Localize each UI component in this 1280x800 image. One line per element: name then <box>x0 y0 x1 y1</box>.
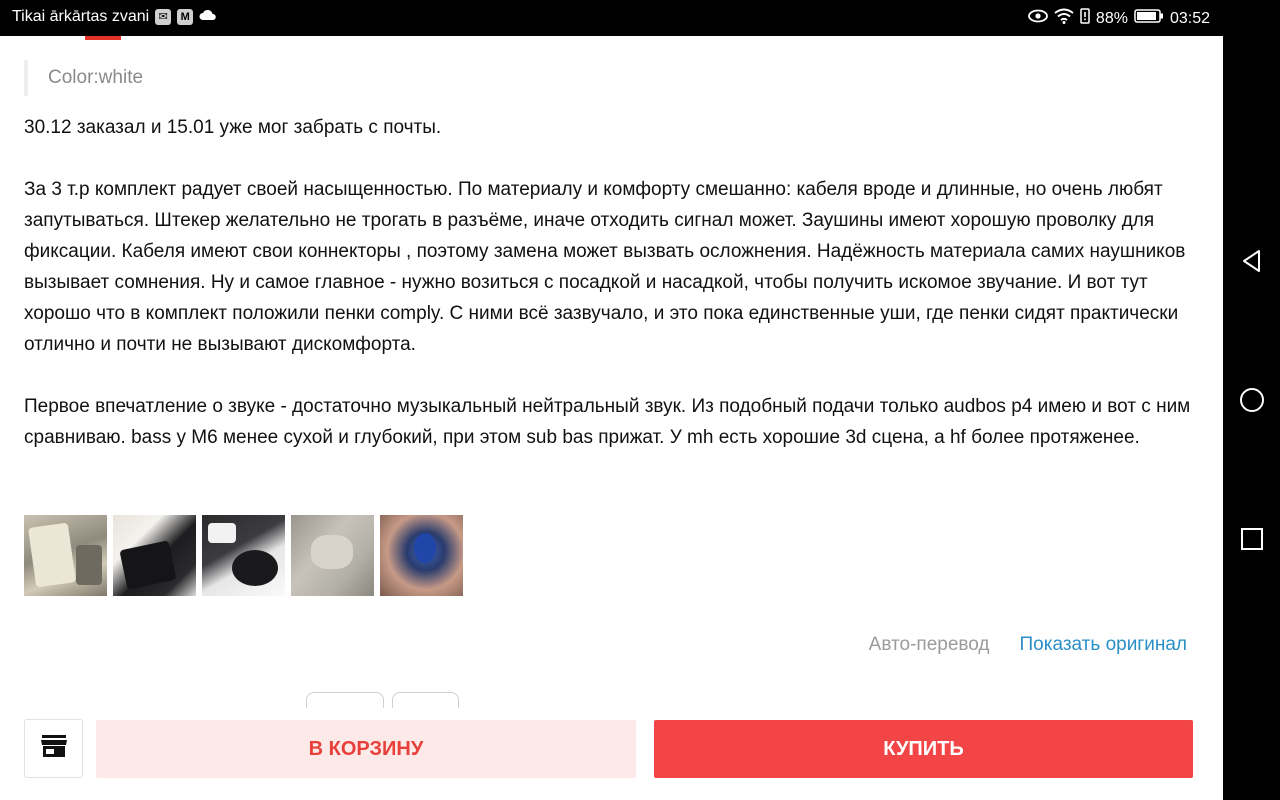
home-icon[interactable] <box>1239 387 1265 413</box>
buy-now-button[interactable]: КУПИТЬ <box>654 720 1193 778</box>
status-bar-right: 88% 03:52 <box>1028 8 1210 29</box>
review-photo-thumbnail[interactable] <box>291 515 374 596</box>
color-variant: Color:white <box>24 60 143 96</box>
add-to-cart-button[interactable]: В КОРЗИНУ <box>96 720 636 778</box>
cloud-icon <box>199 8 217 26</box>
translation-row: Авто-перевод Показать оригинал <box>869 634 1187 656</box>
eye-icon <box>1028 9 1048 28</box>
review-paragraph: 30.12 заказал и 15.01 уже мог забрать с … <box>24 117 442 138</box>
show-original-link[interactable]: Показать оригинал <box>1020 634 1187 656</box>
review-photos <box>24 515 463 596</box>
system-nav-bar <box>1223 36 1280 800</box>
store-icon <box>40 734 68 763</box>
carrier-text: Tikai ārkārtas zvani <box>12 8 150 25</box>
m-badge-icon: M <box>177 9 194 25</box>
review-paragraph: За 3 т.р комплект радует своей насыщенно… <box>24 179 1186 355</box>
status-bar-left: Tikai ārkārtas zvani ✉ M <box>12 8 217 26</box>
back-icon[interactable] <box>1239 248 1265 274</box>
review-paragraph: Первое впечатление о звуке - достаточно … <box>24 396 1191 448</box>
alert-battery-icon <box>1080 8 1090 29</box>
store-button[interactable] <box>24 719 83 778</box>
review-text: 30.12 заказал и 15.01 уже мог забрать с … <box>24 112 1199 453</box>
review-photo-thumbnail[interactable] <box>202 515 285 596</box>
battery-icon <box>1134 9 1164 28</box>
review-photo-thumbnail[interactable] <box>24 515 107 596</box>
active-tab-indicator <box>85 36 121 40</box>
status-bar: Tikai ārkārtas zvani ✉ M 88% 03:52 <box>0 0 1280 36</box>
mail-icon: ✉ <box>155 9 172 25</box>
review-photo-thumbnail[interactable] <box>380 515 463 596</box>
recents-icon[interactable] <box>1239 526 1265 552</box>
bottom-action-bar: В КОРЗИНУ КУПИТЬ <box>0 708 1223 800</box>
review-screen: Color:white 30.12 заказал и 15.01 уже мо… <box>0 36 1223 800</box>
auto-translate-label: Авто-перевод <box>868 634 990 655</box>
wifi-icon <box>1054 8 1074 29</box>
review-photo-thumbnail[interactable] <box>113 515 196 596</box>
clock-time: 03:52 <box>1169 9 1210 27</box>
battery-percent: 88% <box>1095 9 1128 27</box>
